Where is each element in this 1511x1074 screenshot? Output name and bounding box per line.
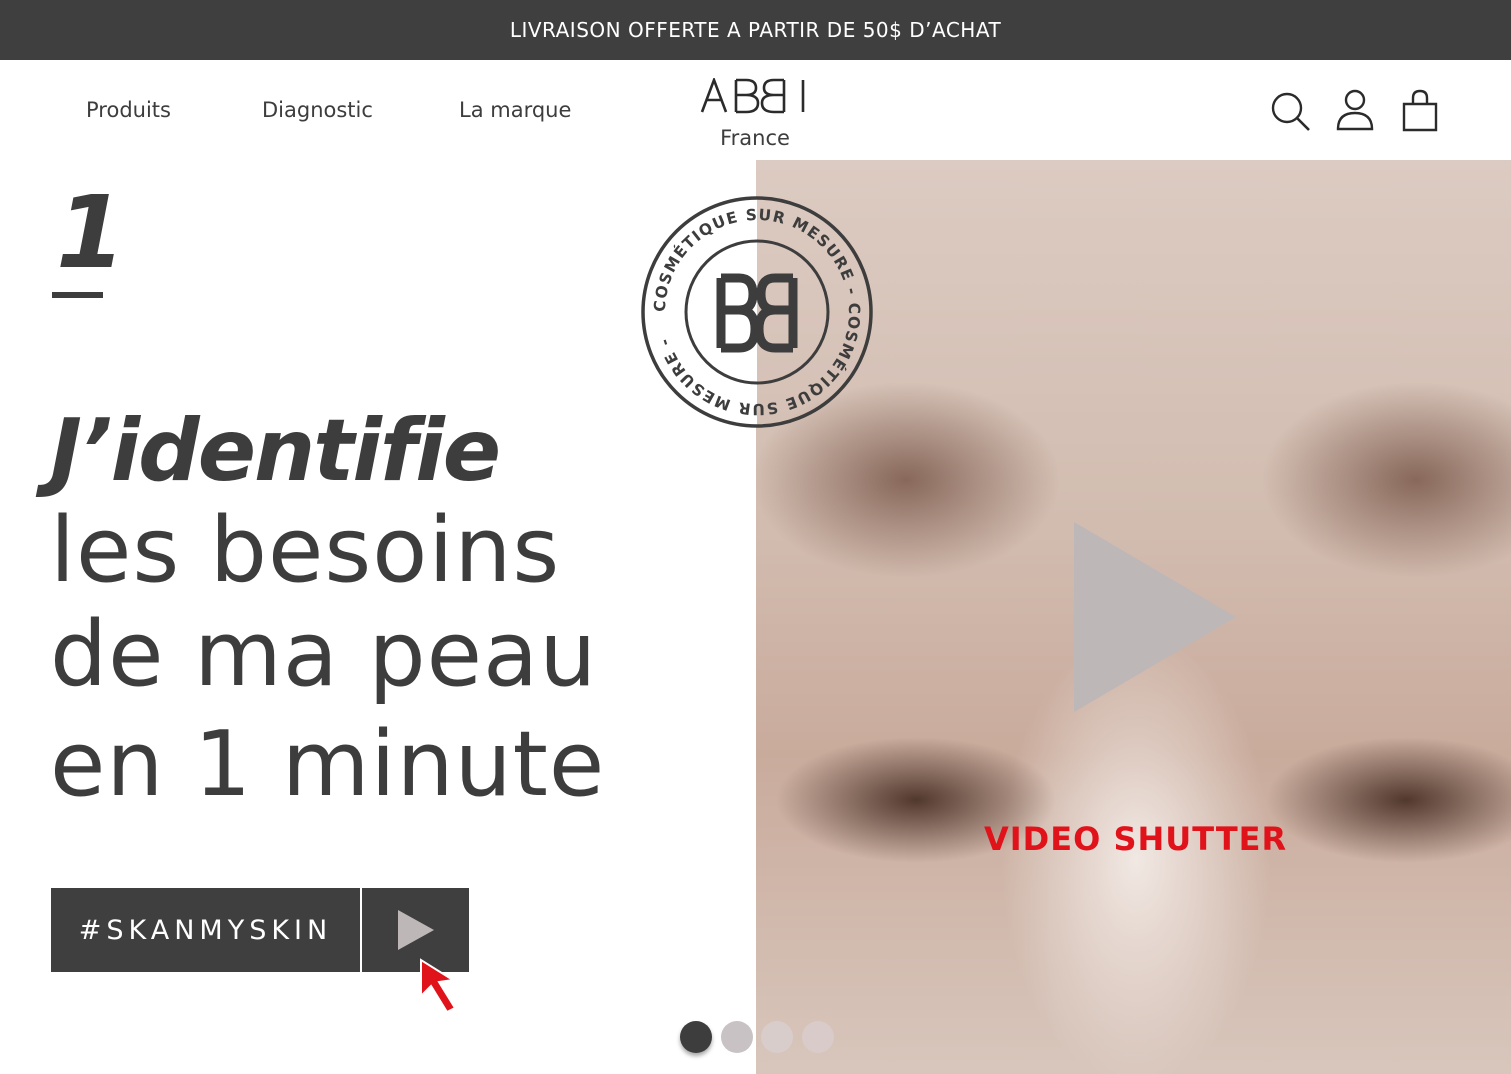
cursor-arrow-icon bbox=[417, 956, 461, 1016]
headline-strong: J’identifie bbox=[50, 401, 501, 501]
video-play-icon[interactable] bbox=[1074, 522, 1239, 712]
brand-seal: COSMÉTIQUE SUR MESURE - COSMÉTIQUE SUR M… bbox=[639, 194, 875, 430]
nav-item-diagnostic[interactable]: Diagnostic bbox=[262, 98, 373, 122]
promo-banner: LIVRAISON OFFERTE A PARTIR DE 50$ D’ACHA… bbox=[0, 0, 1511, 60]
brand-logo[interactable]: France bbox=[680, 76, 830, 150]
logo-wordmark bbox=[680, 76, 830, 122]
logo-wordmark-glyphs bbox=[700, 76, 805, 114]
search-icon[interactable] bbox=[1268, 86, 1312, 136]
nav-item-la-marque[interactable]: La marque bbox=[459, 98, 571, 122]
shopping-bag-icon[interactable] bbox=[1398, 86, 1442, 136]
carousel-dot-4[interactable] bbox=[802, 1021, 834, 1053]
carousel-dot-3[interactable] bbox=[761, 1021, 793, 1053]
slide-number-underline bbox=[52, 292, 103, 298]
play-icon[interactable] bbox=[362, 908, 469, 952]
headline-line-3: en 1 minute bbox=[50, 712, 606, 817]
video-placeholder-label: VIDEO SHUTTER bbox=[984, 820, 1288, 858]
user-icon[interactable] bbox=[1333, 86, 1377, 136]
headline-line-2: de ma peau bbox=[50, 602, 598, 707]
headline-line-1: les besoins bbox=[50, 498, 561, 603]
carousel-pagination bbox=[678, 1021, 838, 1061]
slide-number: 1 bbox=[56, 174, 126, 291]
nav-item-produits[interactable]: Produits bbox=[86, 98, 171, 122]
carousel-dot-1[interactable] bbox=[680, 1021, 712, 1053]
logo-region: France bbox=[720, 126, 790, 150]
cta-label: #SKANMYSKIN bbox=[78, 914, 333, 946]
carousel-dot-2[interactable] bbox=[721, 1021, 753, 1053]
skanmyskin-button[interactable]: #SKANMYSKIN bbox=[51, 888, 469, 972]
promo-text: LIVRAISON OFFERTE A PARTIR DE 50$ D’ACHA… bbox=[509, 18, 1002, 42]
